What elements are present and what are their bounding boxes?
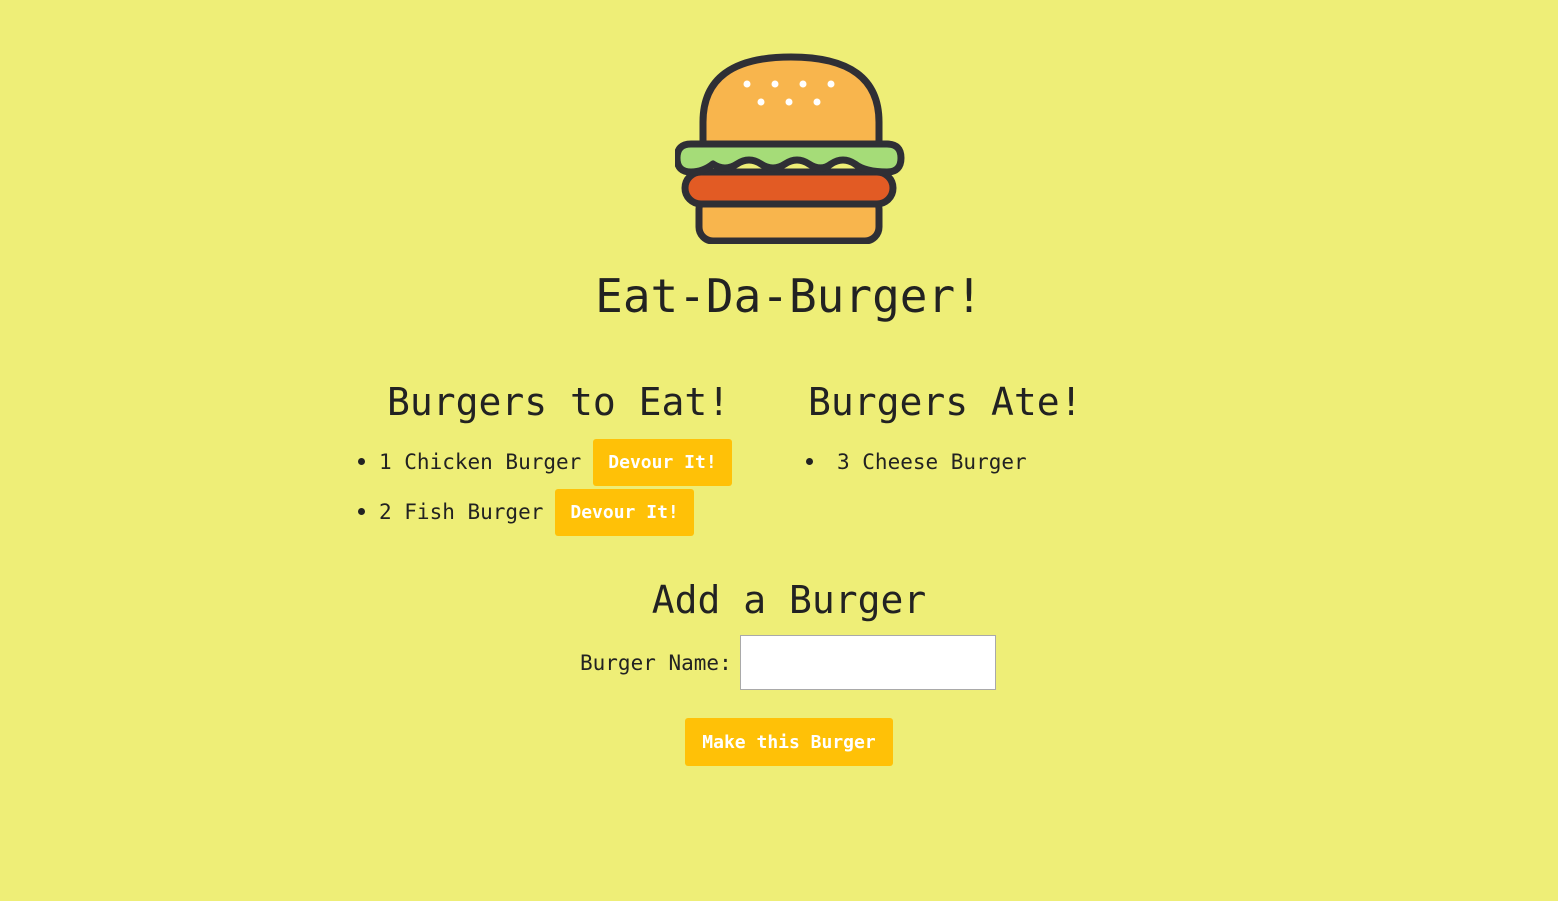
burgers-ate-heading: Burgers Ate! xyxy=(808,380,1083,424)
list-item: 2 Fish Burger Devour It! xyxy=(358,487,732,537)
list-item: 1 Chicken Burger Devour It! xyxy=(358,437,732,487)
add-burger-heading: Add a Burger xyxy=(651,578,927,622)
burger-name: 1 Chicken Burger xyxy=(379,450,582,474)
bullet-icon xyxy=(806,457,813,465)
burgers-ate-list: 3 Cheese Burger xyxy=(806,437,1039,487)
make-burger-button[interactable]: Make this Burger xyxy=(685,718,893,766)
devour-button[interactable]: Devour It! xyxy=(593,438,732,486)
page: Eat-Da-Burger! Burgers to Eat! Burgers A… xyxy=(0,0,1558,901)
burgers-to-eat-list: 1 Chicken Burger Devour It! 2 Fish Burge… xyxy=(358,437,732,537)
burger-name-input[interactable] xyxy=(740,635,996,690)
page-title: Eat-Da-Burger! xyxy=(595,269,983,323)
list-item: 3 Cheese Burger xyxy=(806,437,1039,487)
burger-name: 3 Cheese Burger xyxy=(837,450,1027,474)
burgers-to-eat-heading: Burgers to Eat! xyxy=(387,380,731,424)
bullet-icon xyxy=(358,507,365,515)
burger-name-label: Burger Name: xyxy=(580,651,732,675)
burger-icon xyxy=(675,53,905,244)
burger-name: 2 Fish Burger xyxy=(379,500,544,524)
devour-button[interactable]: Devour It! xyxy=(555,488,694,536)
bullet-icon xyxy=(358,457,365,465)
